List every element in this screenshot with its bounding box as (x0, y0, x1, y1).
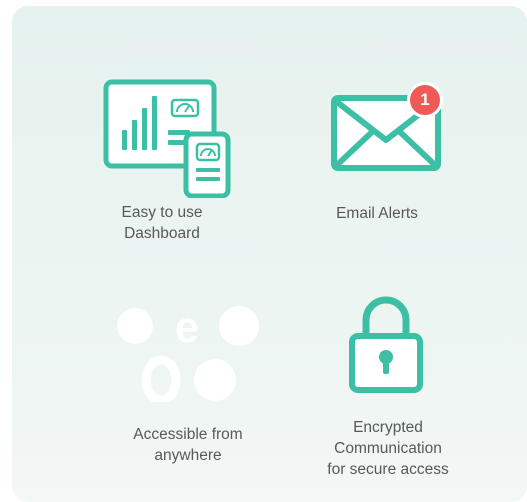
features-card: Easy to use Dashboard 1 Email Alerts e A… (12, 6, 527, 502)
browsers-icon: e (117, 304, 259, 402)
feature-caption-encryption: Encrypted Communication for secure acces… (327, 419, 449, 478)
feature-caption-email: Email Alerts (336, 205, 418, 222)
padlock-icon (349, 296, 423, 393)
notification-badge: 1 (407, 82, 443, 118)
feature-caption-browsers: Accessible from anywhere (133, 426, 243, 464)
feature-caption-dashboard: Easy to use Dashboard (121, 204, 203, 242)
svg-text:e: e (175, 304, 199, 352)
dashboard-icon (103, 79, 231, 198)
